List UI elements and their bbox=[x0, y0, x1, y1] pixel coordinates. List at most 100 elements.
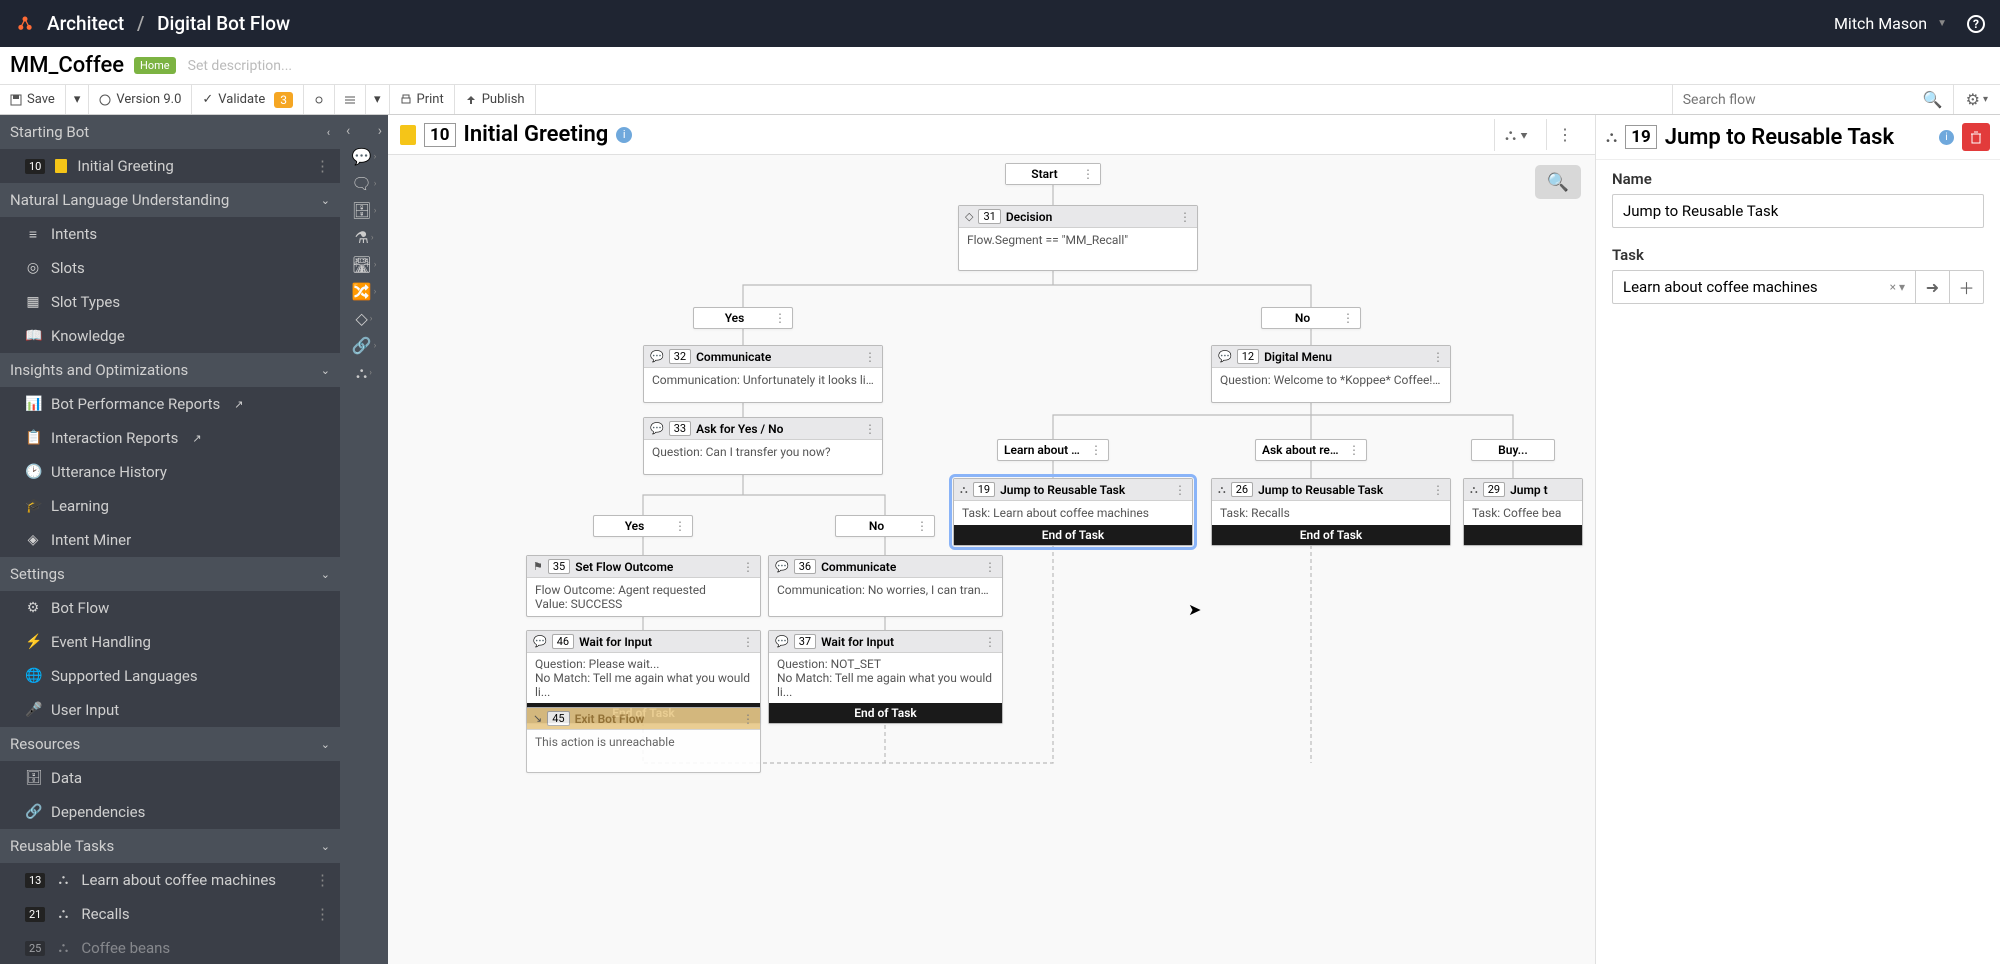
more-icon[interactable]: ⋮ bbox=[916, 519, 928, 533]
publish-button[interactable]: Publish bbox=[455, 85, 536, 114]
goto-task-button[interactable]: ➜ bbox=[1916, 270, 1950, 304]
task-select[interactable]: Learn about coffee machines × ▾ bbox=[1612, 270, 1916, 304]
sidebar-item-intents[interactable]: ≡Intents bbox=[0, 217, 340, 251]
strip-link-icon[interactable]: 🔗› bbox=[352, 336, 377, 355]
sidebar-item-knowledge[interactable]: 📖Knowledge bbox=[0, 319, 340, 353]
canvas-more[interactable]: ⋮ bbox=[1546, 119, 1583, 150]
help-icon[interactable]: ? bbox=[1967, 15, 1985, 33]
node-set-outcome[interactable]: ⚑35Set Flow Outcome⋮ Flow Outcome: Agent… bbox=[526, 555, 761, 617]
sidebar-item-languages[interactable]: 🌐Supported Languages bbox=[0, 659, 340, 693]
more-icon[interactable]: ⋮ bbox=[1090, 443, 1102, 457]
node-jump-26[interactable]: ⛬26Jump to Reusable Task⋮ Task: Recalls … bbox=[1211, 478, 1451, 546]
search-flow-field[interactable]: 🔍 bbox=[1672, 85, 1953, 114]
branch-recall[interactable]: Ask about reca...⋮ bbox=[1255, 439, 1367, 461]
strip-comment-icon[interactable]: 🗨› bbox=[351, 174, 376, 193]
name-input[interactable] bbox=[1612, 194, 1984, 228]
more-icon[interactable]: ⋮ bbox=[1179, 210, 1191, 224]
more-icon[interactable]: ⋮ bbox=[742, 635, 754, 649]
save-dropdown[interactable]: ▾ bbox=[66, 85, 90, 114]
branch-buy[interactable]: Buy... bbox=[1471, 439, 1555, 461]
breadcrumb-leaf[interactable]: Digital Bot Flow bbox=[157, 12, 290, 35]
more-icon[interactable]: ⋮ bbox=[1174, 483, 1186, 497]
node-communicate-36[interactable]: 💬36Communicate⋮ Communication: No worrie… bbox=[768, 555, 1003, 617]
node-jump-19[interactable]: ⛬19Jump to Reusable Task⋮ Task: Learn ab… bbox=[953, 478, 1193, 546]
more-icon[interactable]: ⋮ bbox=[1342, 311, 1354, 325]
more-icon[interactable]: ⋮ bbox=[742, 560, 754, 574]
more-icon[interactable]: ⋮ bbox=[315, 871, 330, 889]
chevron-right-icon[interactable]: › bbox=[378, 123, 382, 139]
sidebar-item-recalls[interactable]: 21⛬Recalls⋮ bbox=[0, 897, 340, 931]
validate-button[interactable]: ✓ Validate 3 bbox=[192, 85, 304, 114]
clear-dropdown-icon[interactable]: × ▾ bbox=[1890, 280, 1905, 294]
node-digital-menu[interactable]: 💬12Digital Menu⋮ Question: Welcome to *K… bbox=[1211, 345, 1451, 403]
more-icon[interactable]: ⋮ bbox=[774, 311, 786, 325]
sidebar-item-data[interactable]: 🗄Data bbox=[0, 761, 340, 795]
sidebar-item-interaction-reports[interactable]: 📋Interaction Reports↗ bbox=[0, 421, 340, 455]
node-start[interactable]: Start ⋮ bbox=[1005, 163, 1101, 185]
more-icon[interactable]: ⋮ bbox=[1348, 443, 1360, 457]
sidebar-item-learning[interactable]: 🎓Learning bbox=[0, 489, 340, 523]
desc-placeholder[interactable]: Set description... bbox=[188, 58, 292, 74]
search-icon[interactable]: 🔍 bbox=[1923, 90, 1943, 109]
node-exit-bot[interactable]: ↘45Exit Bot Flow⋮ This action is unreach… bbox=[526, 707, 761, 773]
list-button[interactable] bbox=[335, 85, 366, 114]
sidebar-item-learn-coffee[interactable]: 13⛬Learn about coffee machines⋮ bbox=[0, 863, 340, 897]
gear-button[interactable]: ⚙▾ bbox=[1953, 85, 2000, 114]
section-settings[interactable]: Settings⌄ bbox=[0, 557, 340, 591]
strip-chat-icon[interactable]: 💬› bbox=[352, 147, 377, 166]
section-insights[interactable]: Insights and Optimizations⌄ bbox=[0, 353, 340, 387]
print-button[interactable]: Print bbox=[390, 85, 455, 114]
branch-yes-1[interactable]: Yes⋮ bbox=[693, 307, 793, 329]
save-button[interactable]: Save bbox=[0, 85, 66, 114]
more-icon[interactable]: ⋮ bbox=[984, 560, 996, 574]
more-icon[interactable]: ⋮ bbox=[984, 635, 996, 649]
sidebar-item-event-handling[interactable]: ⚡Event Handling bbox=[0, 625, 340, 659]
more-icon[interactable]: ⋮ bbox=[742, 712, 754, 726]
info-icon[interactable]: i bbox=[616, 127, 632, 143]
more-icon[interactable]: ⋮ bbox=[1432, 483, 1444, 497]
section-nlu[interactable]: Natural Language Understanding⌄ bbox=[0, 183, 340, 217]
breadcrumb-root[interactable]: Architect bbox=[47, 12, 124, 35]
delete-button[interactable] bbox=[1962, 123, 1990, 151]
strip-diamond-icon[interactable]: ◇› bbox=[355, 309, 372, 328]
branch-no-2[interactable]: No⋮ bbox=[835, 515, 935, 537]
more-icon[interactable]: ⋮ bbox=[315, 157, 330, 175]
flow-canvas[interactable]: 🔍 bbox=[388, 155, 1595, 964]
nav-prev-next[interactable]: ‹› bbox=[340, 123, 388, 139]
section-resources[interactable]: Resources⌄ bbox=[0, 727, 340, 761]
sidebar-item-intent-miner[interactable]: ◈Intent Miner bbox=[0, 523, 340, 557]
strip-branch-icon[interactable]: ⚗› bbox=[354, 228, 373, 247]
strip-road-icon[interactable]: 🛣› bbox=[351, 255, 376, 274]
branch-learn[interactable]: Learn about co...⋮ bbox=[997, 439, 1109, 461]
node-decision[interactable]: ◇31Decision⋮ Flow.Segment == "MM_Recall" bbox=[958, 205, 1198, 271]
strip-hierarchy-icon[interactable]: ⛬› bbox=[356, 363, 372, 383]
sidebar-item-bot-flow[interactable]: ⚙Bot Flow bbox=[0, 591, 340, 625]
sidebar-item-utterance-history[interactable]: 🕑Utterance History bbox=[0, 455, 340, 489]
node-ask-yesno[interactable]: 💬33Ask for Yes / No⋮ Question: Can I tra… bbox=[643, 417, 883, 475]
user-name[interactable]: Mitch Mason bbox=[1834, 14, 1927, 33]
sidebar-item-user-input[interactable]: 🎤User Input bbox=[0, 693, 340, 727]
canvas-search-button[interactable]: 🔍 bbox=[1535, 165, 1581, 199]
sidebar-item-slots[interactable]: ◎Slots bbox=[0, 251, 340, 285]
more-icon[interactable]: ⋮ bbox=[864, 350, 876, 364]
sidebar-item-slot-types[interactable]: ▦Slot Types bbox=[0, 285, 340, 319]
node-communicate-32[interactable]: 💬32Communicate⋮ Communication: Unfortuna… bbox=[643, 345, 883, 403]
hierarchy-dropdown[interactable]: ⛬ ▾ bbox=[1494, 119, 1538, 151]
node-jump-29[interactable]: ⛬29Jump t Task: Coffee bea bbox=[1463, 478, 1583, 546]
more-icon[interactable]: ⋮ bbox=[1082, 167, 1094, 181]
branch-yes-2[interactable]: Yes⋮ bbox=[593, 515, 693, 537]
sidebar-item-initial-greeting[interactable]: 10 Initial Greeting ⋮ bbox=[0, 149, 340, 183]
link-button[interactable] bbox=[304, 85, 335, 114]
chevron-left-icon[interactable]: ‹ bbox=[346, 123, 350, 139]
section-reusable[interactable]: Reusable Tasks⌄ bbox=[0, 829, 340, 863]
branch-no-1[interactable]: No⋮ bbox=[1261, 307, 1361, 329]
node-wait-37[interactable]: 💬37Wait for Input⋮ Question: NOT_SETNo M… bbox=[768, 630, 1003, 724]
sidebar-item-coffee-beans[interactable]: 25⛬Coffee beans bbox=[0, 931, 340, 964]
chevron-down-icon[interactable]: ▼ bbox=[1937, 18, 1947, 29]
search-input[interactable] bbox=[1683, 92, 1923, 108]
more-icon[interactable]: ⋮ bbox=[1432, 350, 1444, 364]
more-icon[interactable]: ⋮ bbox=[674, 519, 686, 533]
strip-shuffle-icon[interactable]: 🔀› bbox=[352, 282, 377, 301]
info-icon[interactable]: i bbox=[1939, 130, 1954, 145]
home-badge[interactable]: Home bbox=[134, 57, 176, 74]
